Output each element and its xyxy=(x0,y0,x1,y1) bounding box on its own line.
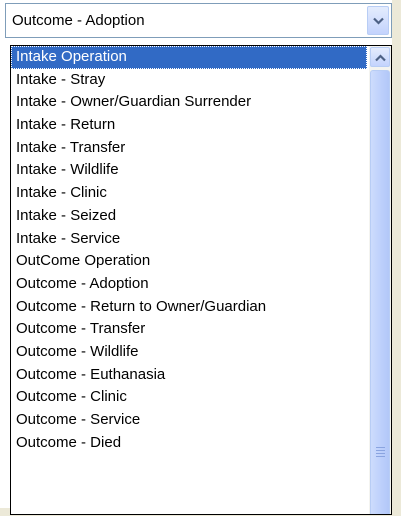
dropdown-option[interactable]: Intake - Clinic xyxy=(11,182,367,205)
dropdown-option[interactable]: Intake - Stray xyxy=(11,69,367,92)
dropdown-option[interactable]: Intake - Service xyxy=(11,228,367,251)
option-list: Intake Operation Intake - Stray Intake - O… xyxy=(11,46,367,454)
vertical-scrollbar[interactable] xyxy=(369,46,391,514)
scrollbar-thumb[interactable] xyxy=(370,70,390,514)
dropdown-option[interactable]: Intake - Seized xyxy=(11,205,367,228)
dropdown-option[interactable]: Intake - Return xyxy=(11,114,367,137)
dropdown-option[interactable]: Outcome - Euthanasia xyxy=(11,364,367,387)
dropdown-list[interactable]: Intake Operation Intake - Stray Intake - O… xyxy=(10,45,392,515)
chevron-down-icon[interactable] xyxy=(367,6,389,35)
dropdown-option[interactable]: Outcome - Wildlife xyxy=(11,341,367,364)
dropdown-option[interactable]: Outcome - Transfer xyxy=(11,318,367,341)
dropdown-option[interactable]: Intake - Owner/Guardian Surrender xyxy=(11,91,367,114)
thumb-grip xyxy=(376,447,385,448)
window-background xyxy=(392,0,401,516)
dropdown-option[interactable]: Intake - Transfer xyxy=(11,137,367,160)
dropdown-option[interactable]: Outcome - Clinic xyxy=(11,386,367,409)
dropdown-option[interactable]: Outcome - Service xyxy=(11,409,367,432)
thumb-grip xyxy=(376,450,385,451)
dropdown-option[interactable]: Outcome - Died xyxy=(11,432,367,455)
dropdown-option[interactable]: Intake Operation xyxy=(11,46,367,69)
thumb-grip xyxy=(376,453,385,454)
select-current-value: Outcome - Adoption xyxy=(12,12,145,29)
dropdown-option[interactable]: OutCome Operation xyxy=(11,250,367,273)
dropdown-option[interactable]: Outcome - Adoption xyxy=(11,273,367,296)
outcome-select[interactable]: Outcome - Adoption xyxy=(5,3,392,38)
dropdown-option[interactable]: Intake - Wildlife xyxy=(11,159,367,182)
thumb-grip xyxy=(376,456,385,457)
dropdown-option[interactable]: Outcome - Return to Owner/Guardian xyxy=(11,296,367,319)
chevron-up-icon[interactable] xyxy=(370,47,390,67)
